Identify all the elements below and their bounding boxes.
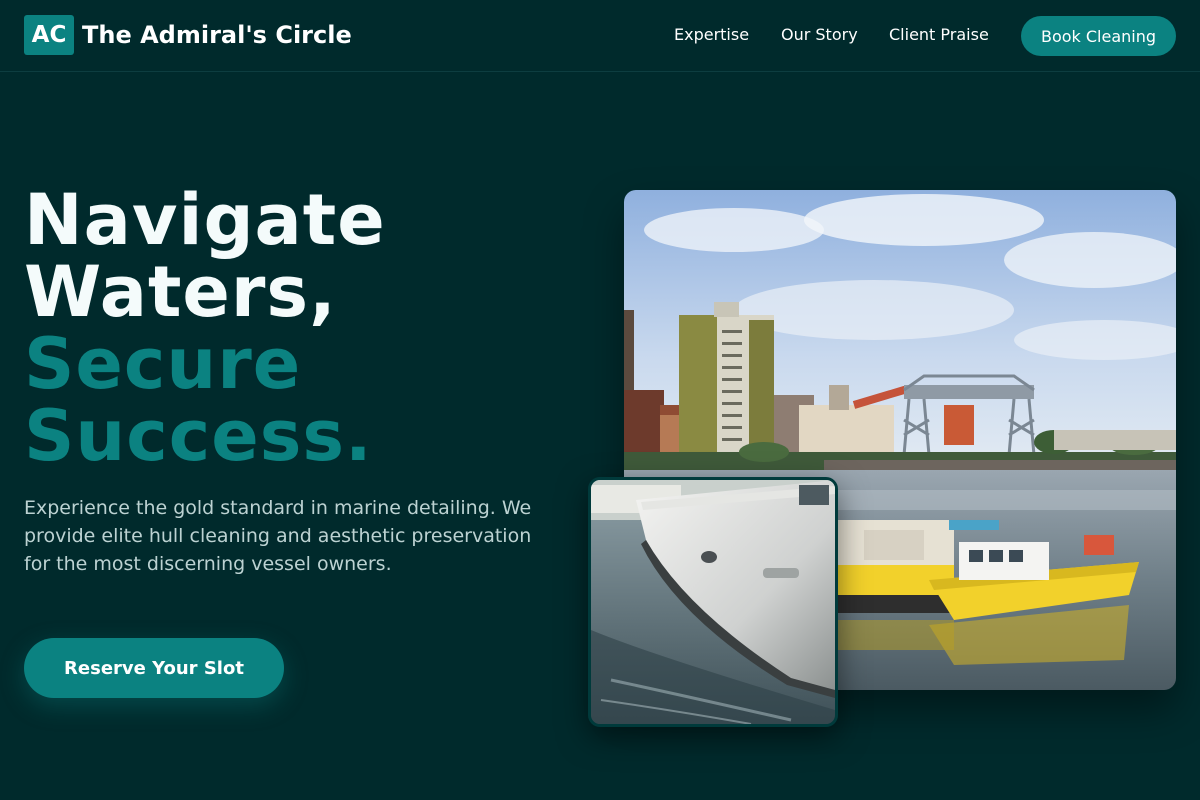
yacht-photo [588,477,838,727]
book-cleaning-button[interactable]: Book Cleaning [1021,16,1176,56]
hero-title-line-1: Navigate [24,179,386,261]
hero-title-line-2: Waters, [24,251,337,333]
nav-link-client-praise[interactable]: Client Praise [889,25,989,45]
nav-link-our-story[interactable]: Our Story [781,25,858,45]
top-navbar: AC The Admiral's Circle Expertise Our St… [0,0,1200,72]
hero-title-line-4: Success. [24,395,373,477]
brand-name[interactable]: The Admiral's Circle [82,20,352,50]
hero-title: Navigate Waters, Secure Success. [24,184,386,472]
hero-title-line-3: Secure [24,323,302,405]
logo-badge[interactable]: AC [24,15,74,55]
hero-subtitle: Experience the gold standard in marine d… [24,497,532,575]
reserve-slot-button[interactable]: Reserve Your Slot [24,638,284,698]
nav-link-expertise[interactable]: Expertise [674,25,749,45]
